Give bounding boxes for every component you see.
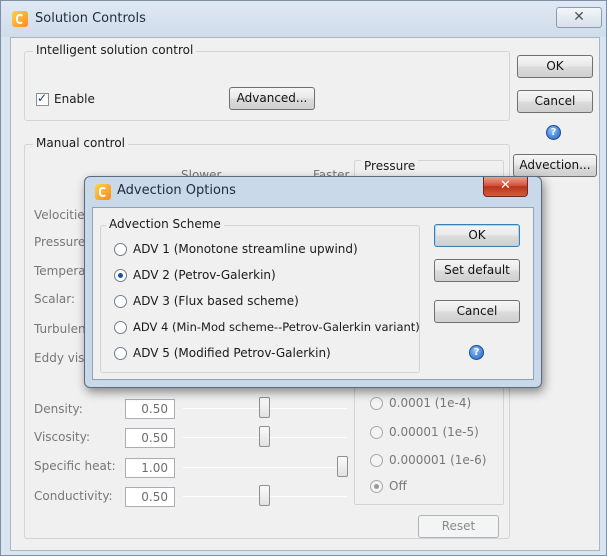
enable-checkbox[interactable] [36, 91, 49, 106]
tolerance-off-label: Off [389, 479, 407, 493]
viscosity-value-field[interactable]: 0.50 [125, 428, 175, 448]
tolerance-1e-5-label: 0.00001 (1e-5) [389, 425, 479, 439]
dialog-ok-button[interactable]: OK [434, 224, 520, 247]
advection-scheme-label: Advection Scheme [106, 217, 224, 231]
tolerance-1e-4-radio[interactable] [370, 397, 383, 410]
app-logo-icon [12, 11, 28, 27]
tolerance-1e-5-radio[interactable] [370, 426, 383, 439]
window-close-button[interactable]: ✕ [556, 7, 602, 28]
dialog-cancel-button[interactable]: Cancel [434, 300, 520, 323]
adv5-label[interactable]: ADV 5 (Modified Petrov-Galerkin) [133, 346, 331, 360]
row-label-density: Density: [34, 402, 83, 416]
window-title: Solution Controls [35, 11, 146, 26]
adv4-radio[interactable] [114, 321, 127, 334]
adv2-radio[interactable] [114, 269, 127, 282]
row-label-temperature: Temperat [34, 264, 91, 278]
conductivity-value-field[interactable]: 0.50 [125, 487, 175, 507]
conductivity-slider-thumb[interactable] [259, 485, 270, 506]
close-icon: ✕ [573, 9, 585, 25]
advanced-button[interactable]: Advanced... [229, 87, 315, 110]
adv1-radio[interactable] [114, 243, 127, 256]
adv3-radio[interactable] [114, 295, 127, 308]
density-slider-thumb[interactable] [259, 397, 270, 418]
advection-button[interactable]: Advection... [513, 154, 597, 177]
reset-button[interactable]: Reset [418, 515, 499, 538]
dialog-help-icon[interactable]: ? [469, 345, 484, 360]
row-label-eddy-viscosity: Eddy visc [34, 351, 92, 365]
dialog-close-button[interactable]: ✕ [483, 177, 528, 197]
enable-label: Enable [54, 92, 95, 106]
adv3-label[interactable]: ADV 3 (Flux based scheme) [133, 294, 299, 308]
specific-heat-value-field[interactable]: 1.00 [125, 458, 175, 478]
dialog-title: Advection Options [117, 183, 236, 198]
tolerance-1e-6-radio[interactable] [370, 454, 383, 467]
adv1-label[interactable]: ADV 1 (Monotone streamline upwind) [133, 242, 358, 256]
specific-heat-slider-thumb[interactable] [337, 456, 348, 477]
adv5-radio[interactable] [114, 347, 127, 360]
main-ok-button[interactable]: OK [517, 55, 593, 78]
adv4-label[interactable]: ADV 4 (Min-Mod scheme--Petrov-Galerkin v… [133, 320, 420, 334]
viscosity-slider-thumb[interactable] [259, 426, 270, 447]
window-titlebar[interactable]: Solution Controls ✕ [1, 1, 606, 37]
main-help-icon[interactable]: ? [546, 125, 561, 140]
intelligent-group-label: Intelligent solution control [33, 43, 197, 57]
dialog-client-area: Advection Scheme ADV 1 (Monotone streaml… [92, 207, 534, 380]
manual-group-label: Manual control [33, 136, 129, 150]
main-cancel-button[interactable]: Cancel [517, 90, 593, 113]
tolerance-off-radio[interactable] [370, 480, 383, 493]
adv2-label[interactable]: ADV 2 (Petrov-Galerkin) [133, 268, 276, 282]
tolerance-1e-6-label: 0.000001 (1e-6) [389, 453, 487, 467]
pressure-group-label: Pressure [361, 159, 419, 173]
set-default-button[interactable]: Set default [434, 259, 520, 282]
row-label-viscosity: Viscosity: [34, 430, 91, 444]
intelligent-control-group: Intelligent solution control [24, 43, 510, 121]
density-value-field[interactable]: 0.50 [125, 399, 175, 419]
dialog-app-logo-icon [95, 184, 111, 200]
row-label-specific-heat: Specific heat: [34, 459, 116, 473]
row-label-scalar: Scalar: [34, 292, 76, 306]
specific-heat-slider-track[interactable] [183, 467, 347, 468]
tolerance-1e-4-label: 0.0001 (1e-4) [389, 396, 472, 410]
dialog-close-icon: ✕ [500, 178, 511, 193]
row-label-conductivity: Conductivity: [34, 489, 113, 503]
advection-options-dialog: Advection Options ✕ Advection Scheme ADV… [84, 176, 542, 388]
row-label-pressure: Pressure: [34, 235, 90, 249]
